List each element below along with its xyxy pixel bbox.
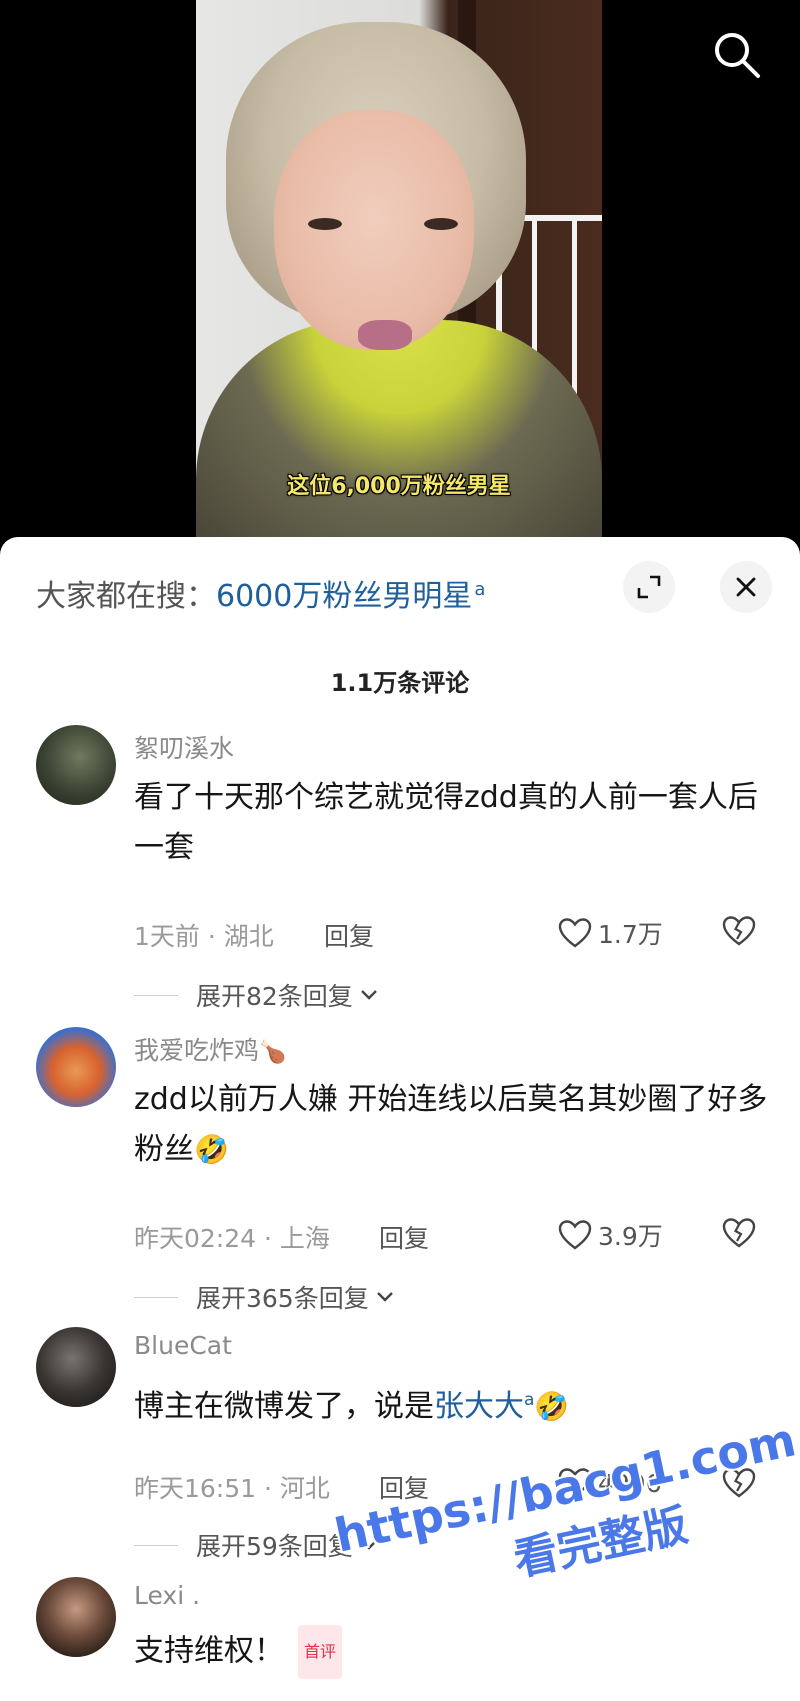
reply-button[interactable]: 回复 [379,1219,429,1255]
comment-username[interactable]: 絮叨溪水 [134,729,234,765]
video-caption: 这位6,000万粉丝男星 [287,474,511,499]
like-button[interactable]: 1.7万 [558,915,663,951]
video-person-eye-left [308,218,342,230]
search-small-icon: 𝖺 [524,1390,535,1410]
divider [134,1544,178,1546]
expand-replies-label: 展开82条回复 [196,982,353,1011]
comment-meta: 昨天02:24 · 上海 [134,1224,330,1253]
comment-username[interactable]: BlueCat [134,1331,232,1360]
trending-search-prefix: 大家都在搜： [36,579,216,614]
video-person-eye-right [424,218,458,230]
broken-heart-icon [722,916,756,946]
expand-sheet-button[interactable] [623,561,675,613]
close-icon [736,577,756,597]
expand-replies-label: 展开365条回复 [196,1284,369,1313]
avatar[interactable] [36,725,116,805]
trending-search-term[interactable]: 6000万粉丝男明星 [216,579,472,614]
comment-text: zdd以前万人嫌 开始连线以后莫名其妙圈了好多粉丝🤣 [134,1075,774,1175]
laughing-emoji: 🤣 [534,1390,570,1423]
avatar[interactable] [36,1027,116,1107]
search-small-icon: 𝖺 [474,579,486,600]
comment-meta: 1天前 · 湖北 [134,922,274,951]
expand-replies-button[interactable]: 展开365条回复 [134,1279,395,1315]
comment-search-link[interactable]: 张大大 [434,1389,524,1424]
heart-icon [558,1220,592,1250]
dislike-button[interactable] [722,1217,756,1253]
video-person-mouth [358,320,412,350]
avatar[interactable] [36,1577,116,1657]
expand-replies-button[interactable]: 展开82条回复 [134,977,379,1013]
laughing-emoji: 🤣 [194,1133,229,1166]
divider [134,994,178,996]
video-player[interactable]: 这位6,000万粉丝男星 [0,0,800,540]
comment-username[interactable]: Lexi . [134,1581,200,1610]
like-count: 3.9万 [598,1222,663,1251]
comment-username[interactable]: 我爱吃炸鸡🍗 [134,1031,286,1067]
drumstick-emoji: 🍗 [259,1040,287,1065]
chevron-down-icon [376,1292,393,1302]
comment-text-content: 支持维权！ [134,1633,284,1669]
video-frame: 这位6,000万粉丝男星 [196,0,602,540]
first-comment-badge: 首评 [298,1625,343,1679]
expand-icon [637,575,661,599]
comment-meta: 昨天16:51 · 河北 [134,1474,330,1503]
reply-button[interactable]: 回复 [324,917,374,953]
comment-text-content: zdd以前万人嫌 开始连线以后莫名其妙圈了好多粉丝 [134,1082,768,1167]
avatar[interactable] [36,1327,116,1407]
expand-replies-label: 展开59条回复 [196,1532,353,1561]
like-count: 1.7万 [598,920,663,949]
comment-count-title: 1.1万条评论 [330,669,470,697]
divider [134,1296,178,1298]
search-icon [715,33,760,78]
comment-text: 支持维权！ 首评 [134,1625,774,1679]
comment-text: 博主在微博发了，说是张大大𝖺🤣 [134,1375,774,1432]
dislike-button[interactable] [722,915,756,951]
broken-heart-icon [722,1218,756,1248]
chevron-down-icon [360,990,377,1000]
close-sheet-button[interactable] [720,561,772,613]
comment-text: 看了十天那个综艺就觉得zdd真的人前一套人后一套 [134,780,758,865]
heart-icon [558,918,592,948]
comment-text-content: 博主在微博发了，说是 [134,1389,434,1424]
trending-search-bar[interactable]: 大家都在搜：6000万粉丝男明星 𝖺 [36,571,485,615]
comment-username-text: 我爱吃炸鸡 [134,1036,260,1065]
video-person-face [274,110,474,350]
search-button[interactable] [712,30,762,80]
like-button[interactable]: 3.9万 [558,1217,663,1253]
